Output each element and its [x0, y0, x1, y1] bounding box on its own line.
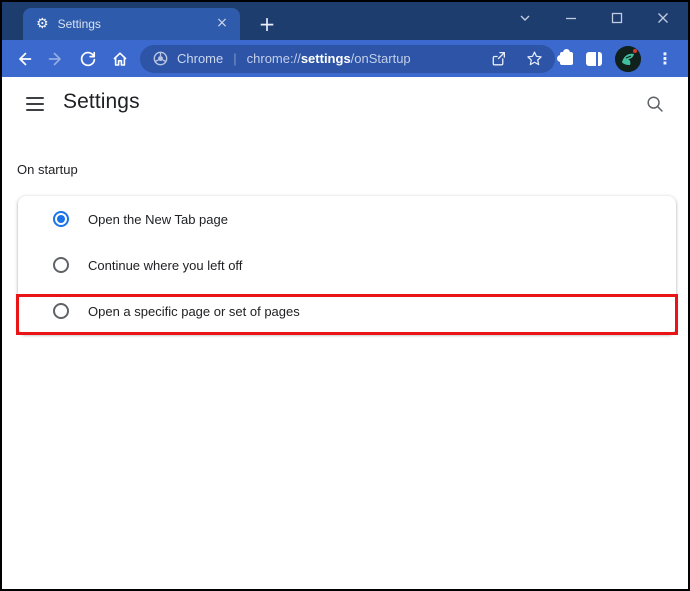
site-label: Chrome [177, 51, 224, 66]
home-icon[interactable] [108, 47, 132, 71]
new-tab-button[interactable]: + [253, 10, 281, 38]
url-text: chrome://settings/onStartup [247, 51, 411, 66]
bookmark-star-icon[interactable] [526, 50, 543, 67]
radio-unselected-icon[interactable] [53, 303, 69, 319]
address-bar[interactable]: Chrome | chrome://settings/onStartup [140, 44, 555, 73]
chevron-down-icon[interactable] [502, 2, 548, 34]
option-open-new-tab-page[interactable]: Open the New Tab page [18, 196, 676, 242]
option-label: Continue where you left off [88, 257, 243, 273]
share-icon[interactable] [490, 50, 507, 67]
option-continue-where-left-off[interactable]: Continue where you left off [18, 242, 676, 288]
browser-toolbar: Chrome | chrome://settings/onStartup ⋮ [2, 40, 688, 77]
url-path: /onStartup [350, 51, 411, 66]
minimize-button[interactable] [548, 2, 594, 34]
chrome-logo-icon [153, 51, 168, 66]
menu-kebab-icon[interactable]: ⋮ [654, 49, 676, 68]
forward-icon[interactable] [44, 47, 68, 71]
option-label: Open the New Tab page [88, 211, 228, 227]
option-open-specific-pages[interactable]: Open a specific page or set of pages [18, 288, 676, 334]
tab-settings[interactable]: ⚙ Settings × [23, 8, 240, 40]
tab-close-icon[interactable]: × [213, 15, 231, 33]
back-icon[interactable] [12, 47, 36, 71]
section-label-on-startup: On startup [17, 162, 78, 177]
refresh-icon[interactable] [76, 47, 100, 71]
page-title: Settings [63, 90, 140, 113]
url-separator: | [233, 51, 237, 66]
on-startup-card: Open the New Tab page Continue where you… [18, 196, 676, 334]
radio-selected-icon[interactable] [53, 211, 69, 227]
url-scheme: chrome:// [246, 51, 301, 66]
close-button[interactable] [640, 2, 686, 34]
tab-strip: ⚙ Settings × + [2, 2, 688, 40]
main-menu-hamburger-icon[interactable] [26, 97, 44, 111]
settings-page: Settings On startup Open the New Tab pag… [2, 77, 688, 589]
option-label: Open a specific page or set of pages [88, 303, 300, 319]
side-panel-icon[interactable] [586, 51, 602, 66]
nav-buttons [12, 47, 132, 71]
settings-gear-icon: ⚙ [36, 16, 49, 32]
url-highlight: settings [300, 51, 351, 66]
window-controls [502, 2, 686, 34]
toolbar-right-actions: ⋮ [557, 45, 676, 72]
radio-unselected-icon[interactable] [53, 257, 69, 273]
tab-title: Settings [57, 17, 101, 31]
maximize-button[interactable] [594, 2, 640, 34]
browser-window: ⚙ Settings × + Chrome | chrome://setting… [0, 0, 690, 591]
profile-avatar[interactable] [615, 45, 641, 72]
extensions-puzzle-icon[interactable] [557, 49, 573, 65]
avatar-status-dot [633, 48, 637, 53]
search-icon[interactable] [645, 94, 665, 114]
